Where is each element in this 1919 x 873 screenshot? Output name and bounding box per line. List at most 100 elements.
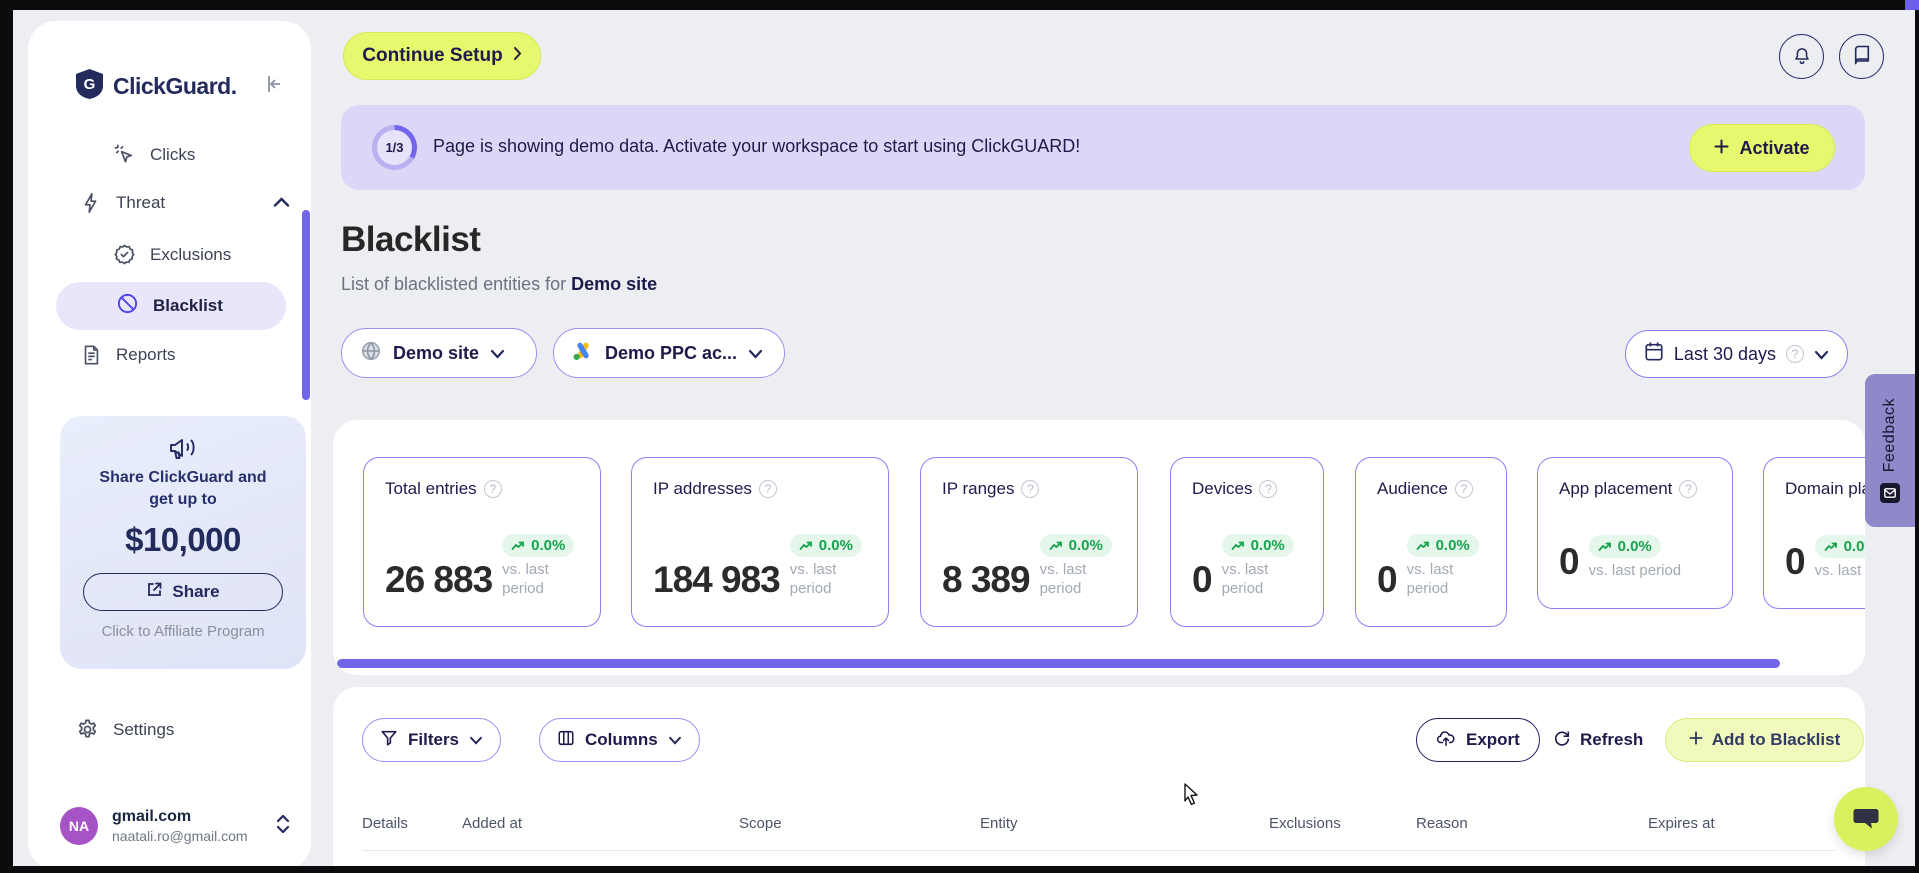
account-switcher[interactable]: NA gmail.com naatali.ro@gmail.com <box>60 807 290 845</box>
stat-card-audience: Audience? 0 0.0% vs. last period <box>1355 457 1507 627</box>
activate-button[interactable]: Activate <box>1689 124 1835 172</box>
plus-icon <box>1689 730 1703 750</box>
stat-value: 0 <box>1192 559 1213 600</box>
date-range-picker[interactable]: Last 30 days ? <box>1624 330 1848 378</box>
sidebar-item-label: Threat <box>116 193 166 212</box>
chevron-down-icon <box>490 343 505 364</box>
trend-badge: 0.0% <box>789 534 862 557</box>
feedback-tab[interactable]: Feedback <box>1865 374 1915 527</box>
stat-title: Audience <box>1377 479 1448 498</box>
sidebar-item-threat[interactable]: Threat <box>80 191 290 215</box>
ppc-account-selector[interactable]: Demo PPC ac... <box>553 328 785 378</box>
trend-badge: 0.0% <box>1221 534 1294 557</box>
help-icon[interactable]: ? <box>1454 480 1473 498</box>
col-header-exclusions: Exclusions <box>1269 815 1341 832</box>
sidebar-item-settings[interactable]: Settings <box>76 718 174 741</box>
external-link-icon <box>146 581 163 603</box>
account-email: naatali.ro@gmail.com <box>112 828 248 844</box>
affiliate-link[interactable]: Click to Affiliate Program <box>60 623 306 640</box>
continue-setup-button[interactable]: Continue Setup <box>343 32 541 80</box>
stat-card-ip-ranges: IP ranges? 8 389 0.0% vs. last period <box>920 457 1138 627</box>
trend-up-icon <box>1598 542 1611 551</box>
clickguard-logo-icon: G <box>76 69 103 104</box>
col-header-added-at: Added at <box>462 815 523 832</box>
add-to-blacklist-button[interactable]: Add to Blacklist <box>1665 718 1864 762</box>
avatar: NA <box>60 807 98 845</box>
book-icon <box>1853 45 1871 69</box>
stat-value: 184 983 <box>653 559 781 600</box>
sidebar-item-label: Reports <box>116 345 176 364</box>
funnel-icon <box>380 729 398 752</box>
stat-caption: vs. last period <box>1039 561 1087 597</box>
account-name: gmail.com <box>112 808 192 825</box>
sidebar-item-clicks[interactable]: Clicks <box>113 143 195 166</box>
blacklist-table-panel: Filters Columns Export Refresh Add to Bl… <box>333 687 1865 873</box>
stat-title: Total entries <box>385 479 477 498</box>
sidebar-item-reports[interactable]: Reports <box>80 343 176 367</box>
app-canvas: G ClickGuard. Clicks Threat Exclusions B… <box>13 10 1915 873</box>
help-icon[interactable]: ? <box>483 480 502 498</box>
export-button[interactable]: Export <box>1416 718 1540 762</box>
chat-bubble-icon <box>1852 805 1880 834</box>
window-frame-accent <box>1905 0 1919 10</box>
chevron-up-icon[interactable] <box>273 193 290 213</box>
chevron-down-icon <box>469 730 483 750</box>
chevron-down-icon <box>748 343 763 364</box>
stats-panel: Total entries? 26 883 0.0% vs. last peri… <box>333 420 1865 675</box>
stat-title: Domain pla <box>1785 479 1865 498</box>
help-icon[interactable]: ? <box>1259 480 1278 498</box>
stat-value: 0 <box>1785 541 1806 582</box>
col-header-reason: Reason <box>1416 815 1468 832</box>
window-frame-bottom <box>0 866 1919 873</box>
sidebar-scrollbar[interactable] <box>302 210 310 400</box>
help-icon[interactable]: ? <box>1679 480 1698 498</box>
globe-icon <box>360 340 382 367</box>
refresh-button[interactable]: Refresh <box>1553 718 1643 762</box>
chat-widget-button[interactable] <box>1834 787 1898 851</box>
notifications-button[interactable] <box>1779 34 1824 79</box>
cursor-click-icon <box>113 143 136 166</box>
chevron-down-icon <box>1814 344 1829 365</box>
ban-icon <box>116 292 139 320</box>
stat-caption: vs. last per <box>1814 562 1865 579</box>
sidebar: G ClickGuard. Clicks Threat Exclusions B… <box>28 21 311 870</box>
docs-button[interactable] <box>1839 34 1884 79</box>
trend-up-icon <box>511 541 525 550</box>
trend-up-icon <box>1416 541 1429 550</box>
table-header-divider <box>362 850 1836 851</box>
columns-button[interactable]: Columns <box>539 718 700 762</box>
chevron-down-icon <box>668 730 682 750</box>
window-frame-left <box>0 0 13 873</box>
window-frame-top <box>0 0 1919 10</box>
stat-caption: vs. last period <box>502 561 549 597</box>
help-icon[interactable]: ? <box>1021 480 1040 498</box>
stat-title: IP addresses <box>653 479 752 498</box>
site-selector-value: Demo site <box>393 342 480 363</box>
sidebar-item-exclusions[interactable]: Exclusions <box>113 243 231 266</box>
columns-icon <box>557 729 575 752</box>
stat-value: 8 389 <box>942 559 1031 600</box>
affiliate-promo-card[interactable]: Share ClickGuard and get up to $10,000 S… <box>60 416 306 669</box>
setup-progress-value: 1/3 <box>377 130 412 165</box>
site-selector[interactable]: Demo site <box>341 328 537 378</box>
sidebar-item-blacklist[interactable]: Blacklist <box>56 282 286 330</box>
chevron-right-icon <box>513 45 522 67</box>
promo-amount: $10,000 <box>125 521 241 558</box>
trend-up-icon <box>1231 541 1244 550</box>
filters-button[interactable]: Filters <box>362 718 502 762</box>
stat-title: Devices <box>1192 479 1253 498</box>
trend-badge: 0.0% <box>1588 535 1661 558</box>
trend-up-icon <box>799 541 812 550</box>
calendar-icon <box>1644 341 1664 367</box>
window-frame-right <box>1915 0 1919 873</box>
stat-caption: vs. last period <box>1221 561 1269 597</box>
sidebar-collapse-icon[interactable] <box>263 73 285 100</box>
stat-card-devices: Devices? 0 0.0% vs. last period <box>1170 457 1324 627</box>
sidebar-item-label: Blacklist <box>153 296 223 315</box>
stat-value: 26 883 <box>385 559 493 600</box>
help-icon[interactable]: ? <box>758 480 777 498</box>
share-button[interactable]: Share <box>83 573 283 611</box>
refresh-icon <box>1553 729 1571 752</box>
cards-horizontal-scrollbar[interactable] <box>337 659 1780 668</box>
promo-text: Share ClickGuard and get up to <box>99 469 267 508</box>
